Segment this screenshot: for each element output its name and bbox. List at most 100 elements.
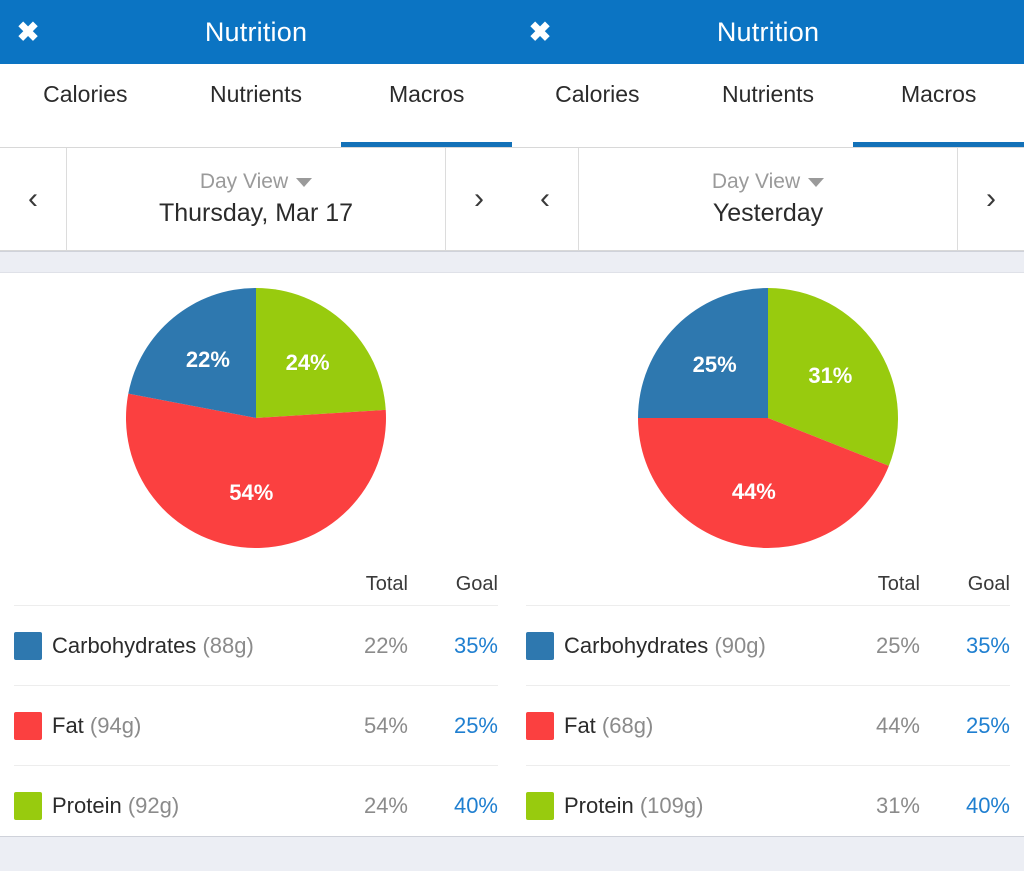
macro-goal[interactable]: 25% <box>920 713 1010 739</box>
date-selector[interactable]: Day View Thursday, Mar 17 <box>67 148 445 250</box>
macro-total: 54% <box>363 712 408 738</box>
macro-name-text: Carbohydrates <box>52 632 197 658</box>
table-header-row: Total Goal <box>526 563 1010 605</box>
pie-svg <box>125 288 386 549</box>
tab-label: Macros <box>900 81 977 107</box>
tab-label: Nutrients <box>209 81 303 107</box>
day-view-dropdown[interactable]: Day View <box>711 170 825 194</box>
tab-macros[interactable]: Macros <box>341 64 512 147</box>
tab-bar: Calories Nutrients Macros <box>512 64 1024 148</box>
dual-panel-screenshot: ✖ Nutrition Calories Nutrients Macros ‹ … <box>0 0 1024 871</box>
title-bar: ✖ Nutrition <box>512 0 1024 64</box>
col-total-header: Total <box>365 572 408 595</box>
tab-underline <box>171 142 342 147</box>
macros-pie-chart: 31% 44% 25% <box>637 287 899 549</box>
table-header-row: Total Goal <box>14 563 498 605</box>
title-bar: ✖ Nutrition <box>0 0 512 64</box>
macro-goal[interactable]: 40% <box>920 793 1010 819</box>
section-separator <box>512 251 1024 273</box>
table-row[interactable]: Fat (68g) 44% 25% <box>526 685 1010 765</box>
fat-swatch <box>14 711 42 740</box>
macro-name: Protein (109g) <box>564 793 810 819</box>
tab-underline-active <box>341 142 512 147</box>
macro-grams: (68g) <box>601 712 654 738</box>
legend-swatch-cell <box>526 791 564 820</box>
date-selector[interactable]: Day View Yesterday <box>579 148 957 250</box>
macro-goal[interactable]: 35% <box>408 633 498 659</box>
legend-swatch-cell <box>14 791 52 820</box>
tab-nutrients[interactable]: Nutrients <box>683 64 854 147</box>
legend-swatch-cell <box>14 711 52 740</box>
macros-pie-chart-container: 24% 54% 22% <box>0 273 512 563</box>
tab-bar: Calories Nutrients Macros <box>0 64 512 148</box>
pie-label-protein: 31% <box>808 362 853 388</box>
macro-grams: (90g) <box>714 632 766 658</box>
pie-label-fat: 54% <box>229 480 274 506</box>
chevron-down-icon <box>808 177 825 187</box>
table-row[interactable]: Carbohydrates (88g) 22% 35% <box>14 605 498 685</box>
macros-pie-chart-container: 31% 44% 25% <box>512 273 1024 563</box>
chevron-left-icon[interactable]: ‹ <box>0 148 67 250</box>
protein-swatch <box>526 791 554 820</box>
macros-pie-chart: 24% 54% 22% <box>125 287 387 549</box>
col-goal-header: Goal <box>455 572 498 595</box>
macro-total: 25% <box>875 632 920 658</box>
tab-macros[interactable]: Macros <box>853 64 1024 147</box>
carbohydrates-swatch <box>526 631 554 660</box>
close-icon[interactable]: ✖ <box>6 10 50 54</box>
macro-grams: (109g) <box>639 792 704 818</box>
tab-underline <box>512 142 683 147</box>
pie-label-fat: 44% <box>731 479 776 505</box>
macro-name: Fat (68g) <box>564 713 810 739</box>
macro-name-text: Protein <box>564 792 634 818</box>
day-view-dropdown[interactable]: Day View <box>199 170 313 194</box>
legend-swatch-cell <box>526 711 564 740</box>
carbohydrates-swatch <box>14 631 42 660</box>
macro-goal[interactable]: 35% <box>920 633 1010 659</box>
bottom-separator <box>0 836 512 871</box>
macro-goal[interactable]: 40% <box>408 793 498 819</box>
col-total-header: Total <box>877 572 920 595</box>
col-goal-header: Goal <box>967 572 1010 595</box>
page-title: Nutrition <box>204 16 308 47</box>
table-row[interactable]: Fat (94g) 54% 25% <box>14 685 498 765</box>
macro-name-text: Fat <box>52 712 84 738</box>
chevron-right-icon[interactable]: › <box>445 148 512 250</box>
macro-name: Fat (94g) <box>52 713 298 739</box>
date-navigation-bar: ‹ Day View Yesterday › <box>512 148 1024 251</box>
macro-name: Carbohydrates (88g) <box>52 633 298 659</box>
tab-label: Calories <box>43 81 128 107</box>
macro-grams: (94g) <box>89 712 142 738</box>
table-row[interactable]: Carbohydrates (90g) 25% 35% <box>526 605 1010 685</box>
chevron-down-icon <box>296 177 313 187</box>
macro-name-text: Carbohydrates <box>564 632 709 658</box>
day-view-label: Day View <box>199 170 289 193</box>
pie-svg <box>638 288 899 549</box>
table-row[interactable]: Protein (109g) 31% 40% <box>526 765 1010 845</box>
tab-nutrients[interactable]: Nutrients <box>171 64 342 147</box>
macro-name: Protein (92g) <box>52 793 298 819</box>
section-separator <box>0 251 512 273</box>
tab-label: Calories <box>555 81 640 107</box>
tab-calories[interactable]: Calories <box>0 64 171 147</box>
macro-total: 31% <box>875 792 920 818</box>
macro-grams: (92g) <box>127 792 180 818</box>
close-icon[interactable]: ✖ <box>518 10 562 54</box>
current-date-label: Yesterday <box>712 199 824 227</box>
macro-name: Carbohydrates (90g) <box>564 633 810 659</box>
tab-calories[interactable]: Calories <box>512 64 683 147</box>
tab-label: Nutrients <box>721 81 815 107</box>
macro-goal[interactable]: 25% <box>408 713 498 739</box>
chevron-left-icon[interactable]: ‹ <box>512 148 579 250</box>
macro-name-text: Fat <box>564 712 596 738</box>
tab-label: Macros <box>388 81 465 107</box>
legend-swatch-cell <box>526 631 564 660</box>
pie-label-carbohydrates: 25% <box>692 351 737 377</box>
chevron-right-icon[interactable]: › <box>957 148 1024 250</box>
pie-label-protein: 24% <box>285 350 330 376</box>
tab-underline-active <box>853 142 1024 147</box>
nutrition-panel-right: ✖ Nutrition Calories Nutrients Macros ‹ … <box>512 0 1024 871</box>
day-view-label: Day View <box>711 170 801 193</box>
bottom-separator <box>512 836 1024 871</box>
table-row[interactable]: Protein (92g) 24% 40% <box>14 765 498 845</box>
